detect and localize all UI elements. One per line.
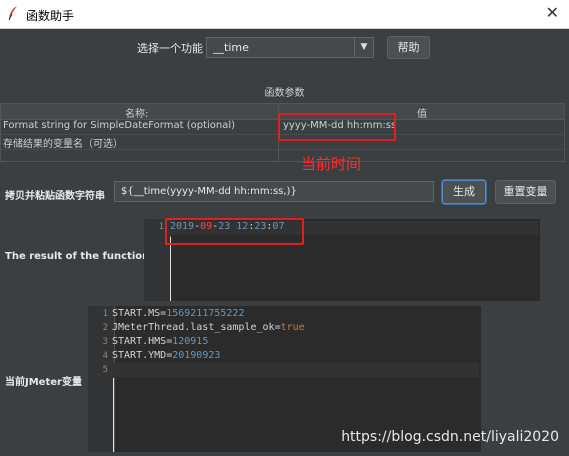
variable-line: START.YMD=20190923 [112, 350, 220, 361]
column-header-value: 值 [417, 109, 427, 120]
variable-value: 1569211755222 [166, 308, 245, 319]
function-select-value: __time [213, 41, 249, 54]
line-number: 1 [102, 309, 108, 319]
column-header-name: 名称: [125, 109, 149, 120]
copy-string-label: 拷贝并粘贴函数字符串 [5, 191, 105, 202]
variable-value: true [280, 322, 305, 333]
function-string-field[interactable]: ${__time(yyyy-MM-dd hh:mm:ss,)} [114, 181, 434, 202]
current-line-highlight [114, 363, 479, 377]
reset-variables-button[interactable]: 重置变量 [495, 180, 556, 204]
line-number: 3 [102, 337, 108, 347]
variable-key: JMeterThread.last_sample_ok [112, 322, 275, 333]
variable-line: JMeterThread.last_sample_ok=true [112, 322, 305, 333]
title-bar: 函数助手 ✕ [0, 0, 569, 29]
variable-value: 120915 [172, 336, 209, 347]
window-title: 函数助手 [26, 9, 75, 23]
highlight-box [165, 218, 304, 245]
variable-key: START.YMD [112, 350, 167, 361]
annotation-current-time: 当前时间 [301, 155, 362, 173]
variable-line: START.HMS=120915 [112, 336, 208, 347]
line-number: 4 [102, 351, 108, 361]
feather-icon [7, 5, 19, 24]
param-name: Format string for SimpleDateFormat (opti… [3, 120, 236, 131]
line-number: 5 [102, 365, 108, 375]
close-icon[interactable]: ✕ [546, 3, 559, 22]
result-label: The result of the function is [5, 251, 163, 262]
variable-key: START.MS [112, 308, 161, 319]
line-number-gutter: 1 2 3 4 5 [88, 306, 115, 452]
watermark: https://blog.csdn.net/liyali2020 [341, 429, 559, 445]
text-caret [113, 378, 114, 452]
jmeter-vars-label: 当前JMeter变量 [5, 377, 82, 388]
param-name: 存储结果的变量名（可选） [3, 139, 123, 150]
function-select[interactable]: __time ▼ [206, 37, 374, 58]
variable-key: START.HMS [112, 336, 167, 347]
variable-value: 20190923 [172, 350, 221, 361]
line-number: 1 [158, 222, 164, 232]
text-caret [170, 237, 171, 301]
chevron-down-icon[interactable]: ▼ [354, 38, 373, 57]
highlight-box [278, 113, 396, 141]
params-section-title: 函数参数 [264, 88, 305, 99]
generate-button[interactable]: 生成 [442, 180, 486, 204]
help-button[interactable]: 帮助 [387, 36, 430, 59]
variable-line: START.MS=1569211755222 [112, 308, 244, 319]
function-select-label: 选择一个功能 [137, 42, 203, 55]
line-number: 2 [102, 323, 108, 333]
vertical-scrollbar[interactable] [540, 219, 552, 301]
